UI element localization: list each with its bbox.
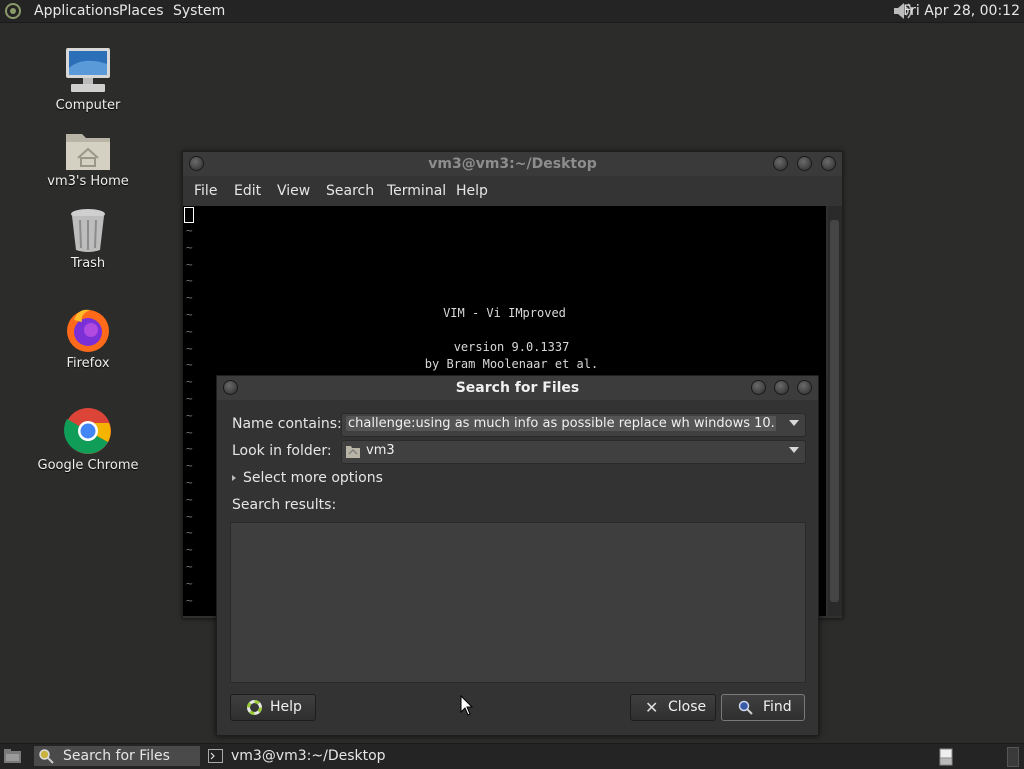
maximize-button[interactable] (797, 156, 812, 171)
vim-tilde-line: ~ (186, 560, 193, 573)
desktop-icon-label: Google Chrome (37, 458, 139, 473)
close-button-label: Close (668, 699, 707, 715)
help-button-label: Help (270, 699, 302, 715)
name-contains-label: Name contains: (232, 416, 342, 432)
search-results-label: Search results: (232, 497, 337, 513)
desktop-icon-computer[interactable]: Computer (28, 46, 148, 113)
close-window-button[interactable] (797, 380, 812, 395)
vim-tilde-line: ~ (186, 492, 193, 506)
look-in-folder-label: Look in folder: (232, 443, 332, 459)
search-icon (39, 749, 54, 764)
vim-tilde-line: ~ (186, 459, 193, 473)
menu-edit[interactable]: Edit (234, 183, 261, 199)
top-panel: Applications Places System Fri Apr 28, 0… (0, 0, 1024, 23)
vim-intro-line: by Bram Moolenaar et al. (424, 357, 599, 371)
select-more-options-label: Select more options (243, 470, 383, 486)
desktop-icon-chrome[interactable]: Google Chrome (28, 406, 148, 473)
taskbar-item-search-for-files[interactable]: Search for Files (34, 746, 200, 766)
vim-tilde-line: ~ (186, 408, 193, 422)
desktop-icon-firefox[interactable]: Firefox (28, 306, 148, 371)
text-cursor (184, 207, 194, 223)
close-window-button[interactable] (821, 156, 836, 171)
name-contains-value: challenge:using as much info as possible… (346, 416, 776, 431)
chevron-down-icon[interactable] (789, 447, 799, 453)
desktop-icon-label: Firefox (66, 356, 110, 371)
terminal-titlebar[interactable]: vm3@vm3:~/Desktop (183, 152, 842, 176)
vim-tilde-line: ~ (186, 593, 193, 607)
vim-tilde-line: ~ (186, 324, 193, 338)
menu-terminal[interactable]: Terminal (387, 183, 446, 199)
scrollbar-thumb[interactable] (830, 220, 839, 602)
home-folder-icon (346, 446, 360, 458)
workspace-2[interactable] (1007, 747, 1019, 767)
taskbar-item-label: vm3@vm3:~/Desktop (231, 748, 386, 764)
vim-tilde-line: ~ (186, 526, 193, 540)
menu-search[interactable]: Search (326, 183, 374, 199)
desktop-icon-label: Computer (55, 98, 121, 113)
terminal-icon (208, 749, 223, 763)
name-contains-input[interactable]: challenge:using as much info as possible… (341, 413, 806, 437)
workspace-switcher-icon[interactable] (938, 748, 956, 766)
search-dialog: Search for Files Name contains: challeng… (216, 375, 819, 736)
places-menu[interactable]: Places (119, 3, 164, 19)
vim-intro-line: version 9.0.1337 (453, 340, 570, 354)
maximize-button[interactable] (774, 380, 789, 395)
desktop-icon-trash[interactable]: Trash (28, 208, 148, 271)
vim-tilde-line: ~ (186, 392, 193, 405)
vim-tilde-line: ~ (186, 291, 193, 305)
vim-tilde-line: ~ (186, 425, 193, 439)
menu-help[interactable]: Help (456, 183, 488, 199)
vim-tilde-line: ~ (186, 257, 193, 271)
vim-tilde-line: ~ (186, 240, 193, 254)
minimize-button[interactable] (773, 156, 788, 171)
vim-tilde-line: ~ (186, 375, 193, 389)
vim-tilde-line: ~ (186, 576, 193, 590)
mouse-pointer-icon (460, 695, 474, 716)
terminal-title: vm3@vm3:~/Desktop (428, 156, 597, 172)
find-button-label: Find (763, 699, 792, 715)
chevron-down-icon[interactable] (789, 420, 799, 426)
help-button[interactable]: Help (230, 694, 316, 721)
folder-value: vm3 (366, 443, 395, 458)
taskbar-item-label: Search for Files (63, 748, 170, 764)
expander-arrow-icon (232, 475, 236, 481)
dialog-titlebar[interactable]: Search for Files (217, 376, 818, 400)
vim-tilde-line: ~ (186, 224, 193, 237)
find-magnifier-icon (738, 700, 753, 715)
close-icon: ✕ (645, 698, 659, 717)
desktop-icon-label: Trash (70, 256, 106, 271)
terminal-menubar: File Edit View Search Terminal Help (183, 176, 842, 206)
vim-tilde-line: ~ (186, 543, 193, 557)
distro-logo-icon[interactable] (4, 2, 26, 20)
menu-view[interactable]: View (277, 183, 310, 199)
taskbar-item-terminal[interactable]: vm3@vm3:~/Desktop (204, 746, 394, 766)
home-folder-icon (66, 134, 110, 170)
find-button[interactable]: Find (721, 694, 805, 721)
applications-menu[interactable]: Applications (34, 3, 120, 19)
menu-file[interactable]: File (194, 183, 217, 199)
show-desktop-icon[interactable] (3, 748, 23, 764)
vim-tilde-line: ~ (186, 442, 193, 456)
terminal-scrollbar[interactable] (828, 206, 842, 616)
vim-tilde-line: ~ (186, 274, 193, 288)
bottom-panel: Search for Files vm3@vm3:~/Desktop (0, 743, 1024, 769)
help-lifebuoy-icon (247, 700, 262, 715)
vim-intro-line: VIM - Vi IMproved (443, 306, 566, 320)
computer-icon (66, 48, 110, 92)
desktop-icon-label: vm3's Home (47, 174, 129, 189)
search-results-list[interactable] (230, 522, 806, 683)
look-in-folder-select[interactable]: vm3 (341, 440, 806, 464)
vim-tilde-line: ~ (186, 476, 193, 489)
clock[interactable]: Fri Apr 28, 00:12 (903, 3, 1020, 19)
minimize-button[interactable] (751, 380, 766, 395)
dialog-title: Search for Files (455, 380, 580, 396)
system-menu[interactable]: System (173, 3, 225, 19)
desktop-icon-home[interactable]: vm3's Home (28, 128, 148, 189)
trash-icon (71, 209, 105, 252)
firefox-icon (67, 309, 109, 352)
vim-tilde-line: ~ (186, 509, 193, 523)
chrome-icon (64, 408, 111, 454)
close-button[interactable]: ✕ Close (630, 694, 716, 721)
